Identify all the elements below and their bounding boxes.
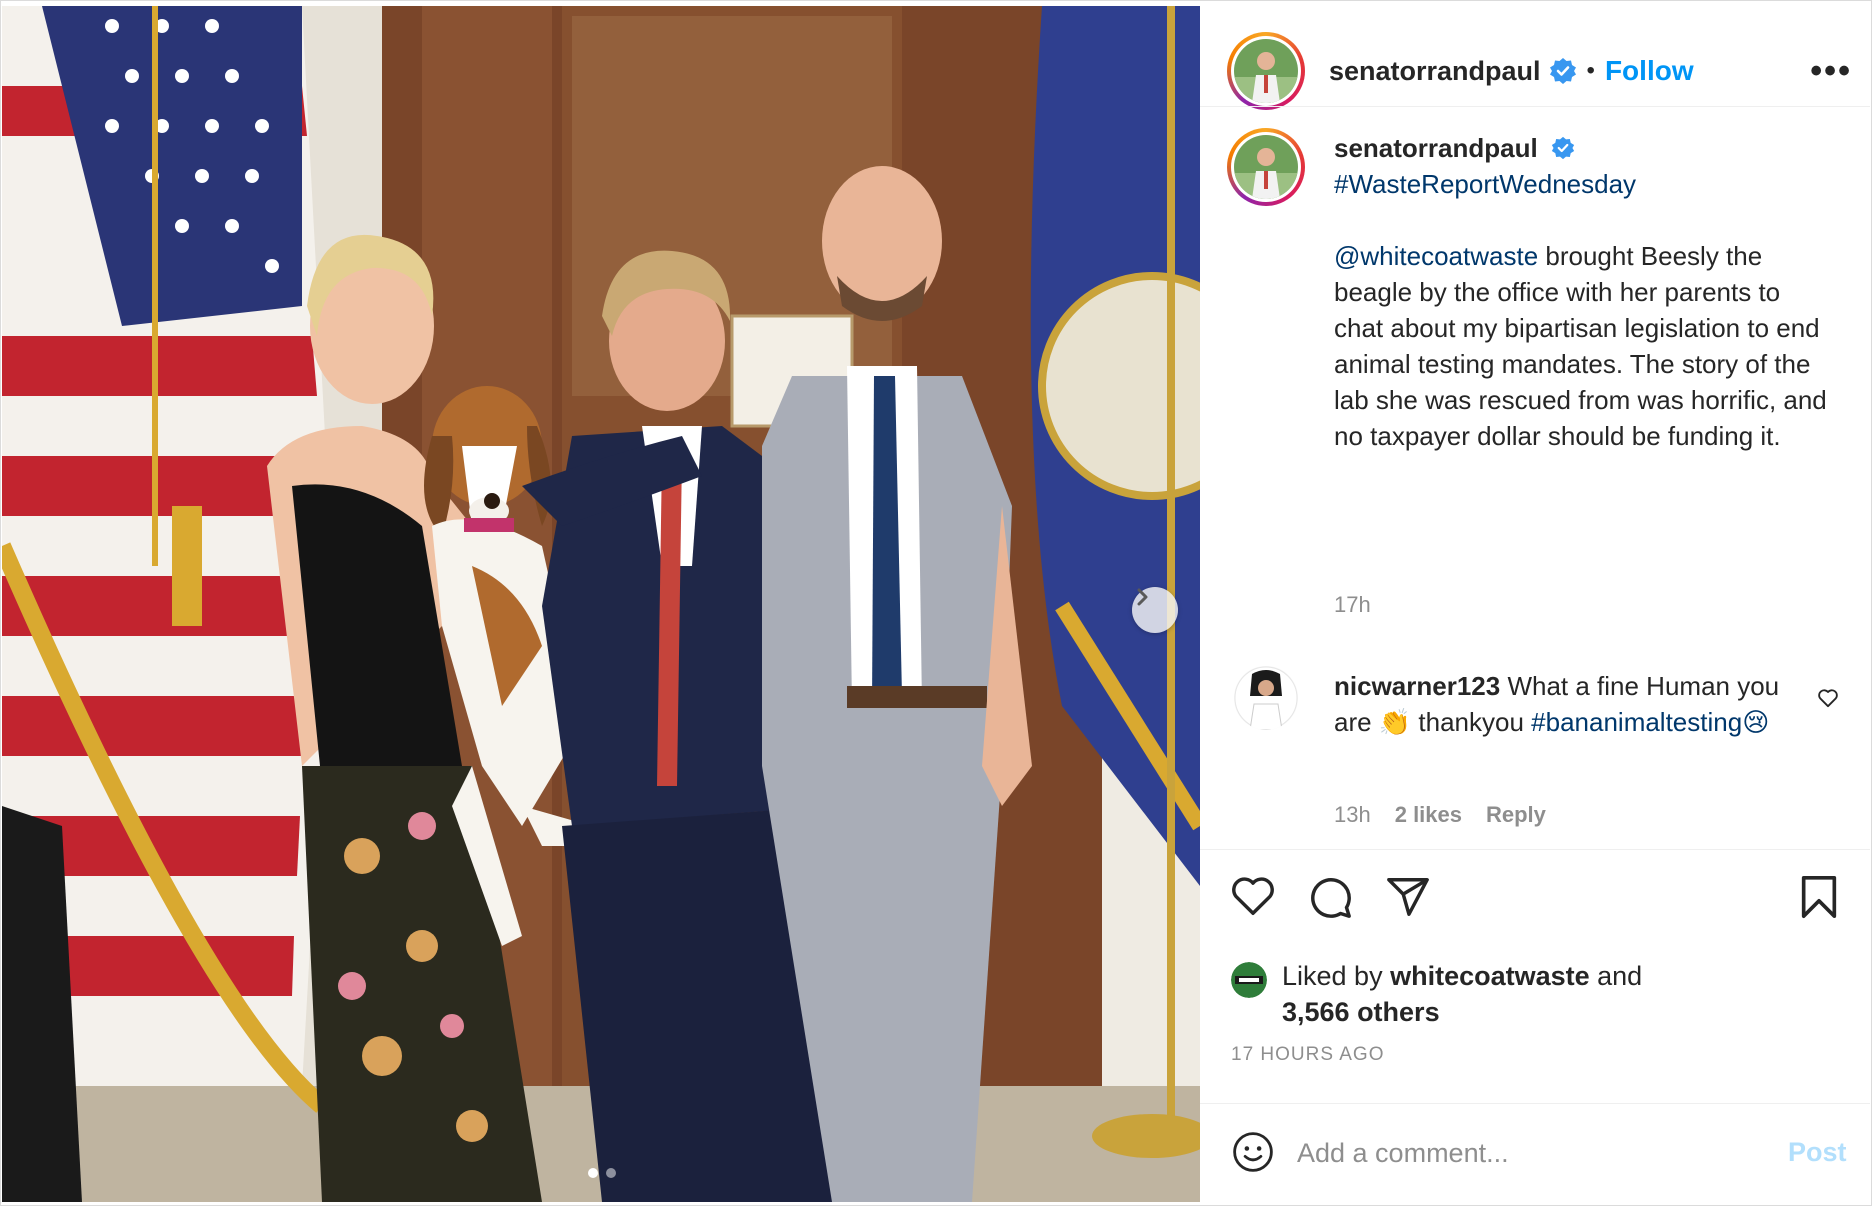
- caption-time: 17h: [1334, 592, 1371, 617]
- liker-avatar[interactable]: [1231, 962, 1267, 998]
- more-options-icon[interactable]: •••: [1810, 52, 1852, 91]
- comments-divider: [1200, 849, 1870, 850]
- carousel-dot-active: [588, 1168, 598, 1178]
- post-timestamp: 17 HOURS AGO: [1231, 1044, 1385, 1065]
- add-comment-bar: Post: [1200, 1103, 1870, 1203]
- photo-illustration: [2, 6, 1200, 1202]
- avatar-image: [1234, 135, 1298, 199]
- comment-text: nicwarner123 What a fine Human you are 👏…: [1334, 668, 1804, 740]
- author-avatar[interactable]: [1227, 32, 1305, 110]
- comment-hashtag[interactable]: #bananimaltesting😢: [1531, 707, 1769, 737]
- post-photo[interactable]: [2, 6, 1200, 1202]
- comment-likes-count[interactable]: 2 likes: [1395, 802, 1462, 828]
- next-photo-button[interactable]: [1132, 587, 1178, 633]
- caption-hashtag[interactable]: #WasteReportWednesday: [1334, 169, 1636, 199]
- post-action-bar: [1227, 868, 1842, 928]
- bookmark-icon[interactable]: [1799, 874, 1839, 920]
- chevron-right-icon: [1137, 588, 1148, 606]
- caption-author-username[interactable]: senatorrandpaul: [1334, 133, 1538, 163]
- heart-icon[interactable]: [1230, 874, 1276, 918]
- paper-plane-icon[interactable]: [1385, 874, 1431, 920]
- caption-body: brought Beesly the beagle by the office …: [1334, 241, 1827, 451]
- likes-others-count[interactable]: 3,566 others: [1282, 997, 1440, 1027]
- comment-reply-button[interactable]: Reply: [1486, 802, 1546, 828]
- smiley-icon[interactable]: [1232, 1131, 1274, 1173]
- avatar-image: [1234, 39, 1298, 103]
- carousel-indicator: [588, 1168, 616, 1178]
- caption-mention[interactable]: @whitecoatwaste: [1334, 241, 1538, 271]
- header-divider: [1200, 106, 1870, 107]
- liker-username[interactable]: whitecoatwaste: [1390, 961, 1590, 991]
- comment-bubble-icon[interactable]: [1307, 874, 1353, 920]
- likes-prefix: Liked by: [1282, 961, 1391, 991]
- commenter-username[interactable]: nicwarner123: [1334, 671, 1500, 701]
- comment-meta: 13h 2 likes Reply: [1334, 802, 1546, 828]
- commenter-avatar[interactable]: [1234, 666, 1298, 730]
- post-header: senatorrandpaul • Follow •••: [1227, 26, 1850, 116]
- comment-like-heart-icon[interactable]: [1817, 688, 1839, 708]
- caption-text: senatorrandpaul #WasteReportWednesday @w…: [1334, 130, 1834, 454]
- verified-badge-icon: [1551, 136, 1575, 160]
- post-side-panel: senatorrandpaul • Follow ••• senatorrand…: [1200, 6, 1870, 1204]
- avatar-image: [1234, 666, 1298, 730]
- post-comment-button[interactable]: Post: [1788, 1137, 1847, 1168]
- follow-button[interactable]: Follow: [1605, 55, 1694, 87]
- caption-author-avatar[interactable]: [1227, 128, 1305, 206]
- carousel-dot: [606, 1168, 616, 1178]
- likes-text: Liked by whitecoatwaste and 3,566 others: [1282, 958, 1802, 1030]
- author-username[interactable]: senatorrandpaul: [1329, 56, 1541, 87]
- likes-mid: and: [1589, 961, 1643, 991]
- avatar-image: [1231, 962, 1267, 998]
- comment-input[interactable]: [1295, 1129, 1719, 1177]
- separator-dot: •: [1586, 57, 1595, 84]
- verified-badge-icon: [1549, 58, 1576, 84]
- comment-time: 13h: [1334, 802, 1371, 827]
